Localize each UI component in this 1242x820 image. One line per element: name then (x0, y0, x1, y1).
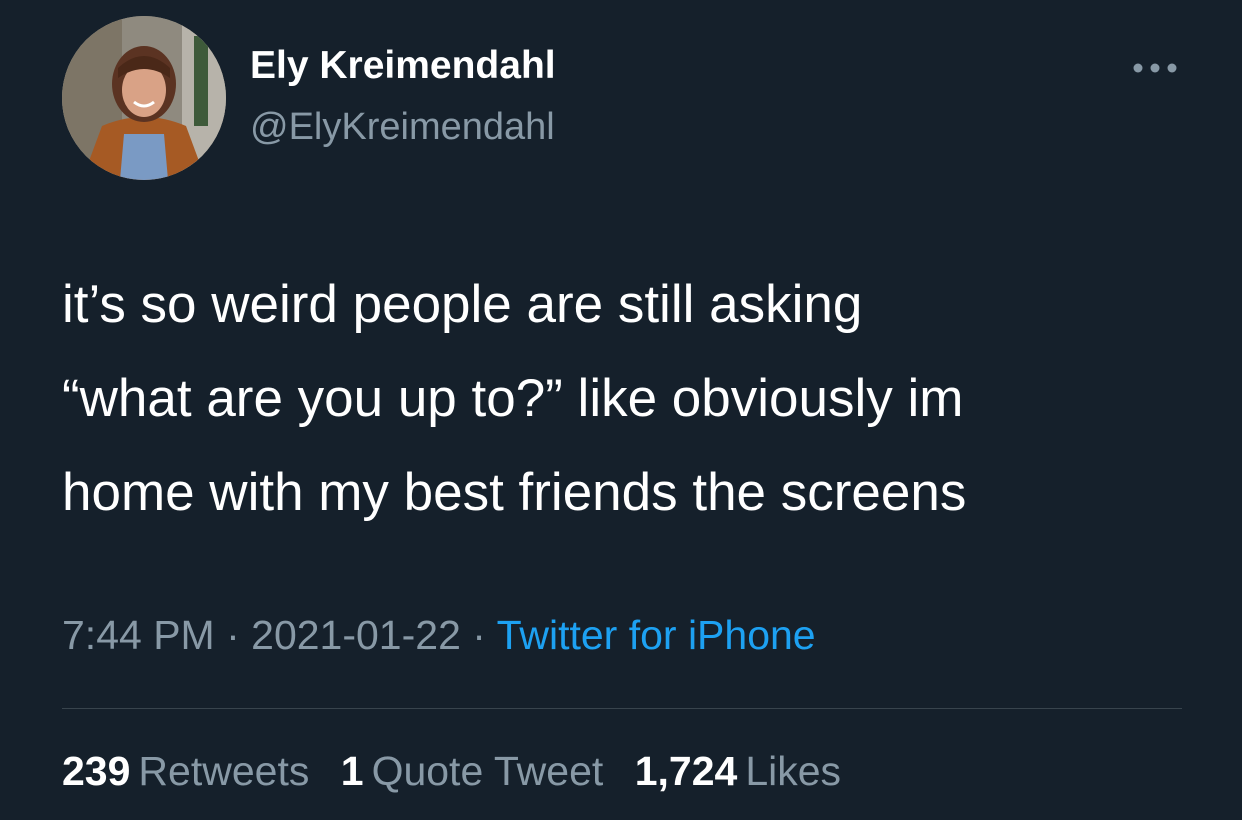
meta-separator: · (460, 612, 497, 658)
tweet-text: it’s so weird people are still asking “w… (62, 258, 1212, 540)
tweet-text-line: it’s so weird people are still asking (62, 275, 863, 334)
retweets-stat[interactable]: 239 Retweets (62, 748, 309, 794)
meta-separator: · (214, 612, 252, 658)
author-name[interactable]: Ely Kreimendahl (250, 44, 556, 88)
retweets-label: Retweets (138, 748, 310, 794)
avatar[interactable] (62, 16, 226, 180)
quote-tweets-count: 1 (340, 748, 364, 794)
tweet-text-line: home with my best friends the screens (62, 463, 967, 522)
tweet-text-line: “what are you up to?” like obviously im (62, 369, 964, 428)
tweet-meta: 7:44 PM · 2021-01-22 · Twitter for iPhon… (62, 612, 816, 659)
author-handle[interactable]: @ElyKreimendahl (250, 106, 555, 149)
engagement-stats: 239 Retweets 1 Quote Tweet 1,724 Likes (62, 748, 861, 795)
profile-photo (62, 16, 226, 180)
likes-label: Likes (745, 748, 842, 794)
tweet-date[interactable]: 2021-01-22 (251, 612, 461, 658)
likes-stat[interactable]: 1,724 Likes (635, 748, 841, 794)
divider (62, 708, 1182, 709)
quote-tweets-stat[interactable]: 1 Quote Tweet (341, 748, 604, 794)
likes-count: 1,724 (634, 748, 738, 794)
tweet-source-link[interactable]: Twitter for iPhone (497, 612, 816, 658)
quote-tweets-label: Quote Tweet (371, 748, 604, 794)
tweet-time[interactable]: 7:44 PM (62, 612, 215, 658)
retweets-count: 239 (62, 748, 131, 794)
more-horizontal-icon[interactable] (1130, 60, 1180, 76)
